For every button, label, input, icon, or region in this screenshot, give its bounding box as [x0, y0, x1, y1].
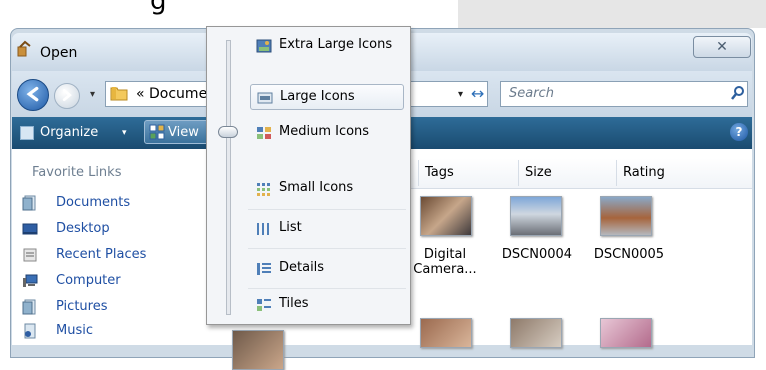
forward-button[interactable] — [54, 83, 80, 109]
menu-item-label: Large Icons — [280, 89, 355, 104]
file-thumbnail[interactable] — [600, 318, 652, 348]
sidebar-item-label: Computer — [56, 273, 121, 288]
back-button[interactable] — [17, 79, 49, 111]
address-dropdown-arrow[interactable]: ▾ — [458, 89, 463, 100]
details-icon — [257, 263, 271, 275]
help-icon[interactable]: ? — [730, 123, 748, 141]
sidebar-item-music[interactable]: Music — [22, 321, 222, 343]
desktop-icon — [22, 223, 38, 235]
sidebar-item-label: Recent Places — [56, 247, 147, 262]
search-placeholder: Search — [509, 86, 554, 101]
documents-icon — [22, 195, 36, 211]
sidebar-item-documents[interactable]: Documents — [22, 193, 222, 215]
file-thumbnail[interactable] — [420, 318, 472, 348]
view-size-slider-track[interactable] — [226, 40, 231, 315]
menu-item-details[interactable]: Details — [250, 256, 405, 282]
menu-item-label: Tiles — [279, 296, 309, 311]
computer-icon — [23, 274, 38, 287]
column-header-tags[interactable]: Tags — [418, 160, 518, 186]
menu-item-small-icons[interactable]: Small Icons — [250, 176, 405, 202]
sidebar-item-desktop[interactable]: Desktop — [22, 219, 222, 241]
menu-item-medium-icons[interactable]: Medium Icons — [250, 120, 405, 146]
organize-button[interactable]: Organize — [40, 125, 98, 140]
back-arrow-icon — [26, 86, 39, 102]
refresh-icon[interactable]: ↔ — [471, 84, 484, 103]
cropped-heading-fragment: g — [150, 0, 167, 16]
menu-item-tiles[interactable]: Tiles — [250, 292, 405, 318]
file-thumbnail[interactable] — [510, 318, 562, 348]
pictures-icon — [22, 299, 36, 315]
extra-large-icons-icon — [256, 39, 272, 53]
file-name[interactable]: DSCN0004 — [492, 247, 582, 262]
recent-places-icon — [23, 248, 37, 262]
file-thumbnail[interactable] — [510, 196, 562, 236]
menu-item-label: Extra Large Icons — [279, 37, 393, 52]
menu-separator — [248, 209, 406, 210]
menu-item-label: Details — [279, 260, 325, 275]
views-label: View — [168, 125, 199, 140]
sidebar-item-label: Desktop — [56, 221, 110, 236]
large-icons-icon — [257, 92, 273, 104]
menu-item-label: Small Icons — [279, 180, 354, 195]
open-folder-icon — [17, 40, 31, 57]
background-gray-block — [458, 0, 766, 28]
tiles-icon — [257, 299, 271, 311]
sidebar-item-recent-places[interactable]: Recent Places — [22, 245, 222, 267]
search-icon[interactable] — [730, 85, 746, 101]
sidebar-item-label: Documents — [56, 195, 131, 210]
organize-icon — [20, 126, 34, 140]
music-icon — [24, 323, 36, 339]
menu-item-label: Medium Icons — [279, 124, 370, 139]
recent-pages-dropdown[interactable]: ▾ — [90, 89, 95, 100]
small-icons-icon — [257, 183, 270, 196]
file-thumbnail[interactable] — [420, 196, 472, 236]
organize-caret-icon[interactable]: ▾ — [122, 128, 127, 138]
sidebar-item-label: Pictures — [56, 299, 108, 314]
forward-arrow-icon — [62, 89, 72, 102]
column-header-rating[interactable]: Rating — [616, 160, 752, 186]
folder-icon — [110, 87, 128, 101]
menu-separator — [248, 248, 406, 249]
dialog-title: Open — [40, 45, 78, 61]
view-size-slider-thumb[interactable] — [218, 126, 238, 138]
column-header-size[interactable]: Size — [518, 160, 616, 186]
file-name[interactable]: Digital Camera... — [400, 247, 490, 277]
favorite-links-header: Favorite Links — [32, 165, 122, 180]
views-icon — [149, 124, 165, 140]
medium-icons-icon — [257, 127, 271, 139]
menu-item-label: List — [279, 220, 302, 235]
file-name[interactable]: DSCN0005 — [584, 247, 674, 262]
close-button[interactable]: ✕ — [693, 36, 751, 58]
menu-item-extra-large-icons[interactable]: Extra Large Icons — [250, 33, 405, 59]
address-path: « Docume — [136, 86, 208, 102]
file-thumbnail[interactable] — [600, 196, 652, 236]
sidebar-item-label: Music — [56, 323, 93, 338]
file-thumbnail[interactable] — [232, 330, 284, 370]
sidebar-item-computer[interactable]: Computer — [22, 271, 222, 293]
menu-separator — [248, 288, 406, 289]
list-icon — [257, 223, 269, 235]
menu-item-list[interactable]: List — [250, 216, 405, 242]
menu-item-large-icons[interactable]: Large Icons — [250, 84, 404, 110]
sidebar-item-pictures[interactable]: Pictures — [22, 297, 222, 319]
